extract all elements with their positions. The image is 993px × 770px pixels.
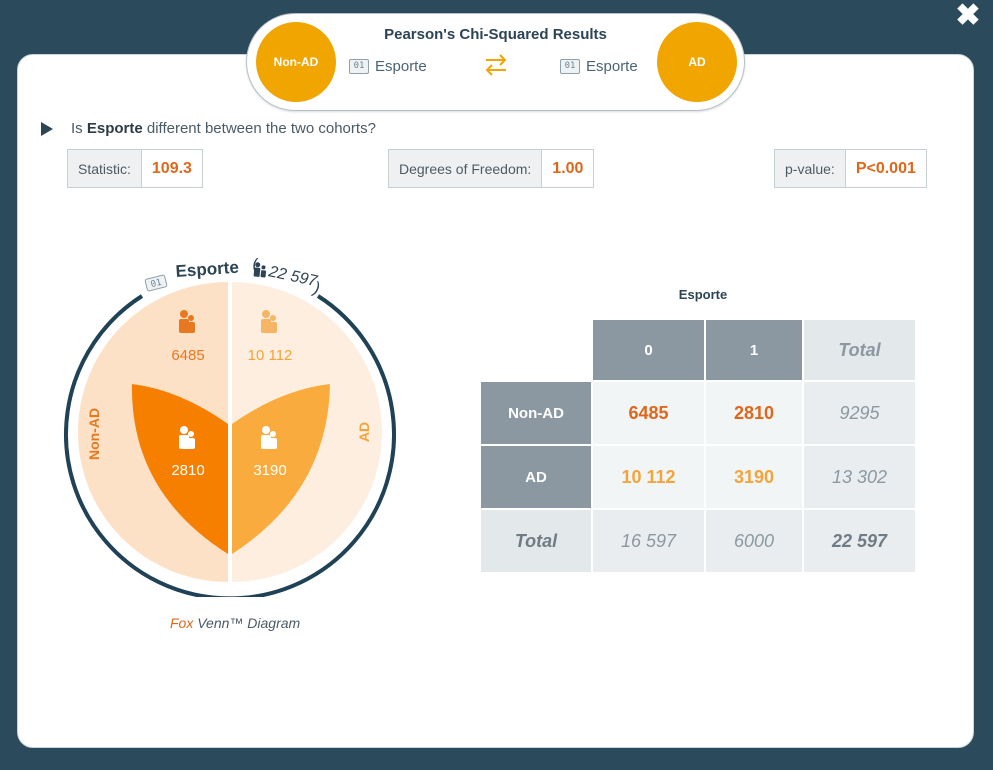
row-header-total: Total <box>481 510 591 572</box>
degrees-of-freedom-box: Degrees of Freedom: 1.00 <box>388 149 595 188</box>
right-variable-label: Esporte <box>586 58 638 75</box>
venn-nonad-1-value: 2810 <box>171 462 204 479</box>
venn-caption: Fox Venn™ Diagram <box>170 615 300 631</box>
statistic-label: Statistic: <box>68 150 142 187</box>
left-variable-label: Esporte <box>375 58 427 75</box>
person-icon <box>253 262 267 278</box>
cell-nonad-0: 6485 <box>593 382 704 444</box>
swap-arrows-icon[interactable] <box>483 52 509 78</box>
cell-nonad-1: 2810 <box>706 382 802 444</box>
cell-ad-0: 10 112 <box>593 446 704 508</box>
df-value: 1.00 <box>542 150 594 187</box>
venn-ad-1-value: 3190 <box>253 462 286 479</box>
right-variable-chip: 01 Esporte <box>560 58 638 75</box>
column-header-0: 0 <box>593 320 704 380</box>
row-header-ad: AD <box>481 446 591 508</box>
cell-ad-1: 3190 <box>706 446 802 508</box>
question-suffix: different between the two cohorts? <box>142 120 376 137</box>
p-value-label: p-value: <box>775 150 846 187</box>
venn-caption-brand: Fox <box>170 615 194 631</box>
p-value-box: p-value: P<0.001 <box>774 149 927 188</box>
statistic-box: Statistic: 109.3 <box>67 149 203 188</box>
cell-total-1: 6000 <box>706 510 802 572</box>
column-header-1: 1 <box>706 320 802 380</box>
df-label: Degrees of Freedom: <box>389 150 543 187</box>
binary-variable-icon: 01 <box>560 59 580 74</box>
close-icon[interactable]: ✖ <box>952 1 984 31</box>
p-value-value: P<0.001 <box>845 150 926 187</box>
left-variable-chip: 01 Esporte <box>349 58 427 75</box>
venn-left-label: Non-AD <box>86 408 102 460</box>
question-line: Is Esporte different between the two coh… <box>41 120 376 137</box>
statistic-value: 109.3 <box>141 150 202 187</box>
row-header-nonad: Non-AD <box>481 382 591 444</box>
venn-caption-text: Venn™ Diagram <box>193 615 301 631</box>
question-variable: Esporte <box>86 120 143 137</box>
cell-ad-total: 13 302 <box>804 446 915 508</box>
cell-total-0: 16 597 <box>593 510 704 572</box>
venn-ad-0-value: 10 112 <box>248 347 293 364</box>
cell-grand-total: 22 597 <box>804 510 915 572</box>
question-prefix: Is <box>71 120 87 137</box>
cohort-right-badge: AD <box>657 22 737 102</box>
header-pill: Non-AD Pearson's Chi-Squared Results 01 … <box>246 13 745 111</box>
cell-nonad-total: 9295 <box>804 382 915 444</box>
venn-variable-label: Esporte <box>175 258 239 281</box>
binary-variable-icon: 01 <box>349 59 369 74</box>
venn-total-count: 22 597 <box>266 263 319 290</box>
column-header-total: Total <box>804 320 915 380</box>
venn-nonad-0-value: 6485 <box>171 347 204 364</box>
contingency-table-title: Esporte <box>678 287 728 302</box>
play-arrow-icon <box>41 121 53 136</box>
fox-venn-diagram: 6485 10 112 2810 3190 Non-AD AD 01 Espor… <box>64 255 396 597</box>
venn-right-label: AD <box>356 422 372 442</box>
